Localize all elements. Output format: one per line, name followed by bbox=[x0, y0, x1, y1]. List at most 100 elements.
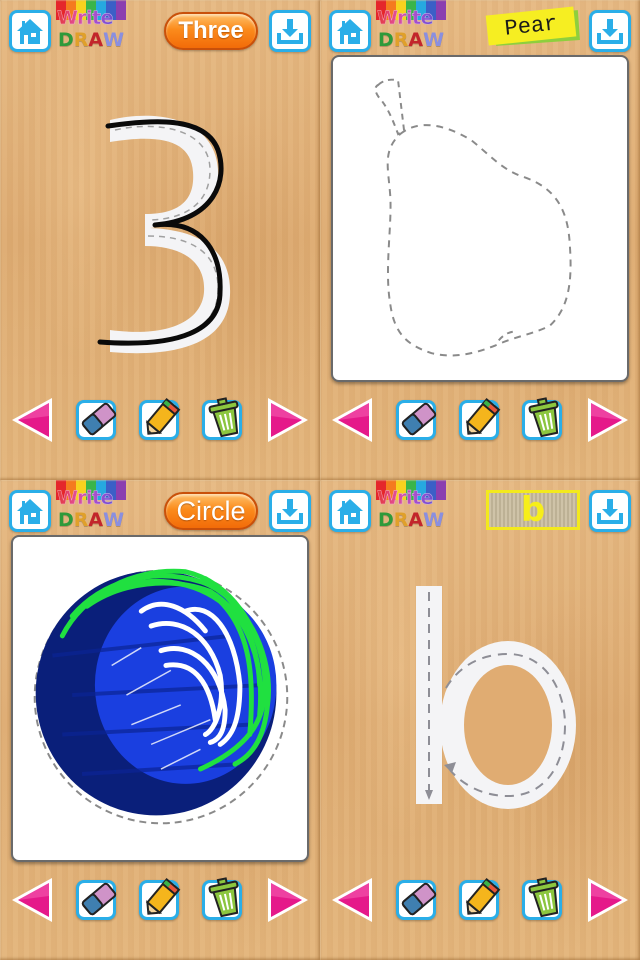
eraser-button[interactable] bbox=[76, 400, 117, 440]
home-icon bbox=[337, 19, 363, 44]
numeral-three-glyph bbox=[97, 115, 231, 354]
pencil-icon bbox=[145, 398, 181, 435]
eraser-button[interactable] bbox=[76, 880, 117, 920]
panel-three: Write DRAW Three bbox=[0, 0, 320, 480]
eraser-icon bbox=[81, 402, 117, 436]
save-button[interactable] bbox=[589, 10, 631, 52]
logo-letter: W bbox=[103, 29, 125, 51]
logo-letter: A bbox=[88, 509, 104, 531]
drawing-canvas[interactable] bbox=[11, 535, 309, 862]
circle-drawing bbox=[33, 568, 289, 825]
logo-letter: A bbox=[408, 509, 424, 531]
pencil-button[interactable] bbox=[139, 878, 181, 920]
word-title-badge: Circle bbox=[164, 492, 258, 530]
panel-letter-b: Write DRAW b bbox=[320, 480, 640, 960]
clear-button[interactable] bbox=[522, 397, 562, 440]
pencil-icon bbox=[145, 878, 181, 915]
logo-write-text: Write bbox=[377, 487, 434, 509]
home-icon bbox=[337, 499, 363, 524]
logo-stripe bbox=[436, 480, 446, 500]
logo-letter: R bbox=[393, 29, 409, 51]
bottom-toolbar bbox=[0, 388, 320, 452]
letter-trace-area[interactable] bbox=[400, 560, 600, 840]
pencil-button[interactable] bbox=[459, 878, 501, 920]
next-button[interactable] bbox=[264, 874, 312, 926]
logo-letter: D bbox=[378, 509, 394, 531]
bottom-toolbar bbox=[320, 868, 640, 932]
triangle-left-icon bbox=[332, 878, 372, 922]
bottom-toolbar bbox=[320, 388, 640, 452]
triangle-right-icon bbox=[588, 878, 628, 922]
clear-button[interactable] bbox=[202, 397, 242, 440]
download-icon bbox=[277, 499, 303, 524]
logo-draw-text: DRAW bbox=[58, 29, 124, 51]
home-icon bbox=[17, 499, 43, 524]
logo-draw-text: DRAW bbox=[378, 29, 444, 51]
logo-letter: W bbox=[423, 509, 445, 531]
trash-icon bbox=[208, 877, 239, 918]
previous-button[interactable] bbox=[8, 874, 56, 926]
save-button[interactable] bbox=[269, 490, 311, 532]
clear-button[interactable] bbox=[522, 877, 562, 920]
previous-button[interactable] bbox=[328, 394, 376, 446]
logo-letter: D bbox=[58, 509, 74, 531]
download-icon bbox=[597, 19, 623, 44]
logo-write-text: Write bbox=[57, 487, 114, 509]
pencil-button[interactable] bbox=[139, 398, 181, 440]
logo-letter: W bbox=[423, 29, 445, 51]
pear-outline bbox=[374, 78, 572, 357]
word-title-badge: Three bbox=[164, 12, 258, 50]
letter-title-box: b bbox=[486, 490, 580, 530]
clear-button[interactable] bbox=[202, 877, 242, 920]
panel-circle: Write DRAW Circle bbox=[0, 480, 320, 960]
write-draw-logo: Write DRAW bbox=[376, 480, 446, 532]
eraser-icon bbox=[401, 882, 437, 916]
next-button[interactable] bbox=[584, 874, 632, 926]
triangle-right-icon bbox=[268, 398, 308, 442]
triangle-right-icon bbox=[588, 398, 628, 442]
next-button[interactable] bbox=[584, 394, 632, 446]
app-screen: Write DRAW Three Write D R A W Pear Writ… bbox=[0, 0, 640, 960]
logo-write-text: Write bbox=[377, 7, 434, 29]
logo-stripe bbox=[436, 0, 446, 20]
pencil-icon bbox=[465, 398, 501, 435]
logo-letter: W bbox=[103, 509, 125, 531]
logo-draw-text: DRAW bbox=[378, 509, 444, 531]
logo-write-text: Write bbox=[57, 7, 114, 29]
download-icon bbox=[597, 499, 623, 524]
numeral-trace-area[interactable] bbox=[40, 80, 280, 360]
logo-letter: R bbox=[393, 509, 409, 531]
panel-pear: Write DRAW Pear bbox=[320, 0, 640, 480]
pencil-button[interactable] bbox=[459, 398, 501, 440]
logo-letter: R bbox=[73, 509, 89, 531]
triangle-left-icon bbox=[12, 878, 52, 922]
logo-letter: A bbox=[408, 29, 424, 51]
previous-button[interactable] bbox=[328, 874, 376, 926]
logo-letter: R bbox=[73, 29, 89, 51]
drawing-canvas[interactable] bbox=[331, 55, 629, 382]
home-button[interactable] bbox=[9, 10, 51, 52]
triangle-right-icon bbox=[268, 878, 308, 922]
home-button[interactable] bbox=[329, 10, 371, 52]
logo-letter: D bbox=[58, 29, 74, 51]
bottom-toolbar bbox=[0, 868, 320, 932]
letter-b-glyph bbox=[416, 586, 576, 809]
home-button[interactable] bbox=[329, 490, 371, 532]
previous-button[interactable] bbox=[8, 394, 56, 446]
pencil-icon bbox=[465, 878, 501, 915]
next-button[interactable] bbox=[264, 394, 312, 446]
eraser-icon bbox=[401, 402, 437, 436]
save-button[interactable] bbox=[269, 10, 311, 52]
trash-icon bbox=[208, 397, 239, 438]
logo-letter: A bbox=[88, 29, 104, 51]
logo-stripe bbox=[116, 480, 126, 500]
logo-letter: D bbox=[378, 29, 394, 51]
home-button[interactable] bbox=[9, 490, 51, 532]
eraser-button[interactable] bbox=[396, 400, 437, 440]
write-draw-logo: Write DRAW bbox=[56, 0, 126, 52]
download-icon bbox=[277, 19, 303, 44]
home-icon bbox=[17, 19, 43, 44]
eraser-button[interactable] bbox=[396, 880, 437, 920]
save-button[interactable] bbox=[589, 490, 631, 532]
trash-icon bbox=[528, 877, 559, 918]
